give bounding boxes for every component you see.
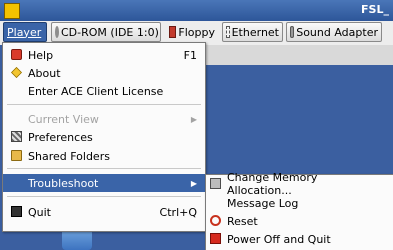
power-off-icon bbox=[210, 233, 221, 244]
sound-label: Sound Adapter bbox=[296, 25, 378, 39]
menu-item-reset-label: Reset bbox=[227, 214, 258, 228]
floppy-label: Floppy bbox=[178, 25, 215, 39]
menu-item-shared-folders[interactable]: Shared Folders bbox=[3, 147, 205, 165]
ethernet-label: Ethernet bbox=[231, 25, 279, 39]
player-menu-button[interactable]: Player bbox=[3, 22, 47, 42]
menu-item-quit[interactable]: Quit Ctrl+Q bbox=[3, 203, 205, 221]
cdrom-label: CD-ROM (IDE 1:0) bbox=[61, 25, 159, 39]
help-icon bbox=[11, 49, 22, 60]
menu-item-current-view: Current View ▶ bbox=[3, 110, 205, 128]
menu-item-change-memory[interactable]: Change Memory Allocation... bbox=[206, 171, 393, 197]
menu-item-license[interactable]: Enter ACE Client License bbox=[3, 82, 205, 100]
player-menu: Help F1 About Enter ACE Client License C… bbox=[2, 42, 206, 232]
menu-item-shared-folders-label: Shared Folders bbox=[28, 149, 110, 163]
menu-separator bbox=[7, 104, 201, 105]
menu-separator bbox=[7, 196, 201, 197]
menu-item-help-label: Help bbox=[28, 48, 54, 62]
menu-item-preferences-label: Preferences bbox=[28, 130, 93, 144]
guest-panel-strip bbox=[205, 45, 393, 65]
submenu-arrow-icon: ▶ bbox=[190, 114, 197, 124]
menu-item-quit-label: Quit bbox=[28, 205, 51, 219]
menu-item-troubleshoot-label: Troubleshoot bbox=[28, 176, 99, 190]
preferences-icon bbox=[11, 131, 22, 142]
ethernet-button[interactable]: Ethernet bbox=[222, 22, 283, 42]
ethernet-icon bbox=[226, 26, 230, 38]
menu-item-license-label: Enter ACE Client License bbox=[28, 84, 164, 98]
quit-icon bbox=[11, 206, 22, 217]
help-shortcut: F1 bbox=[183, 48, 197, 62]
menu-item-troubleshoot[interactable]: Troubleshoot ▶ bbox=[3, 174, 205, 192]
troubleshoot-submenu: Change Memory Allocation... Message Log … bbox=[205, 171, 393, 250]
menu-item-message-log[interactable]: Message Log bbox=[206, 194, 393, 212]
submenu-arrow-icon: ▶ bbox=[190, 178, 197, 188]
sound-icon bbox=[290, 26, 295, 38]
cdrom-button[interactable]: CD-ROM (IDE 1:0) bbox=[51, 22, 161, 42]
menu-item-help[interactable]: Help F1 bbox=[3, 46, 205, 64]
player-menu-label: Player bbox=[7, 25, 42, 39]
floppy-button[interactable]: Floppy bbox=[166, 22, 218, 42]
menu-item-preferences[interactable]: Preferences bbox=[3, 128, 205, 146]
menu-item-message-log-label: Message Log bbox=[227, 196, 299, 210]
app-icon bbox=[4, 3, 20, 19]
menu-item-current-view-label: Current View bbox=[28, 112, 99, 126]
reset-icon bbox=[210, 215, 221, 226]
quit-shortcut: Ctrl+Q bbox=[159, 205, 197, 219]
window-titlebar: FSL_ bbox=[0, 0, 393, 21]
memory-search-icon bbox=[210, 178, 221, 189]
menu-item-about[interactable]: About bbox=[3, 64, 205, 82]
menu-separator bbox=[7, 168, 201, 169]
menu-item-power-off[interactable]: Power Off and Quit bbox=[206, 230, 393, 248]
window-title: FSL_ bbox=[361, 3, 389, 16]
sound-adapter-button[interactable]: Sound Adapter bbox=[286, 22, 382, 42]
floppy-icon bbox=[169, 26, 177, 38]
menu-item-about-label: About bbox=[28, 66, 61, 80]
about-star-icon bbox=[11, 67, 22, 78]
menu-item-reset[interactable]: Reset bbox=[206, 212, 393, 230]
cdrom-icon bbox=[55, 26, 59, 38]
folder-icon bbox=[11, 150, 22, 161]
menu-item-power-off-label: Power Off and Quit bbox=[227, 232, 331, 246]
